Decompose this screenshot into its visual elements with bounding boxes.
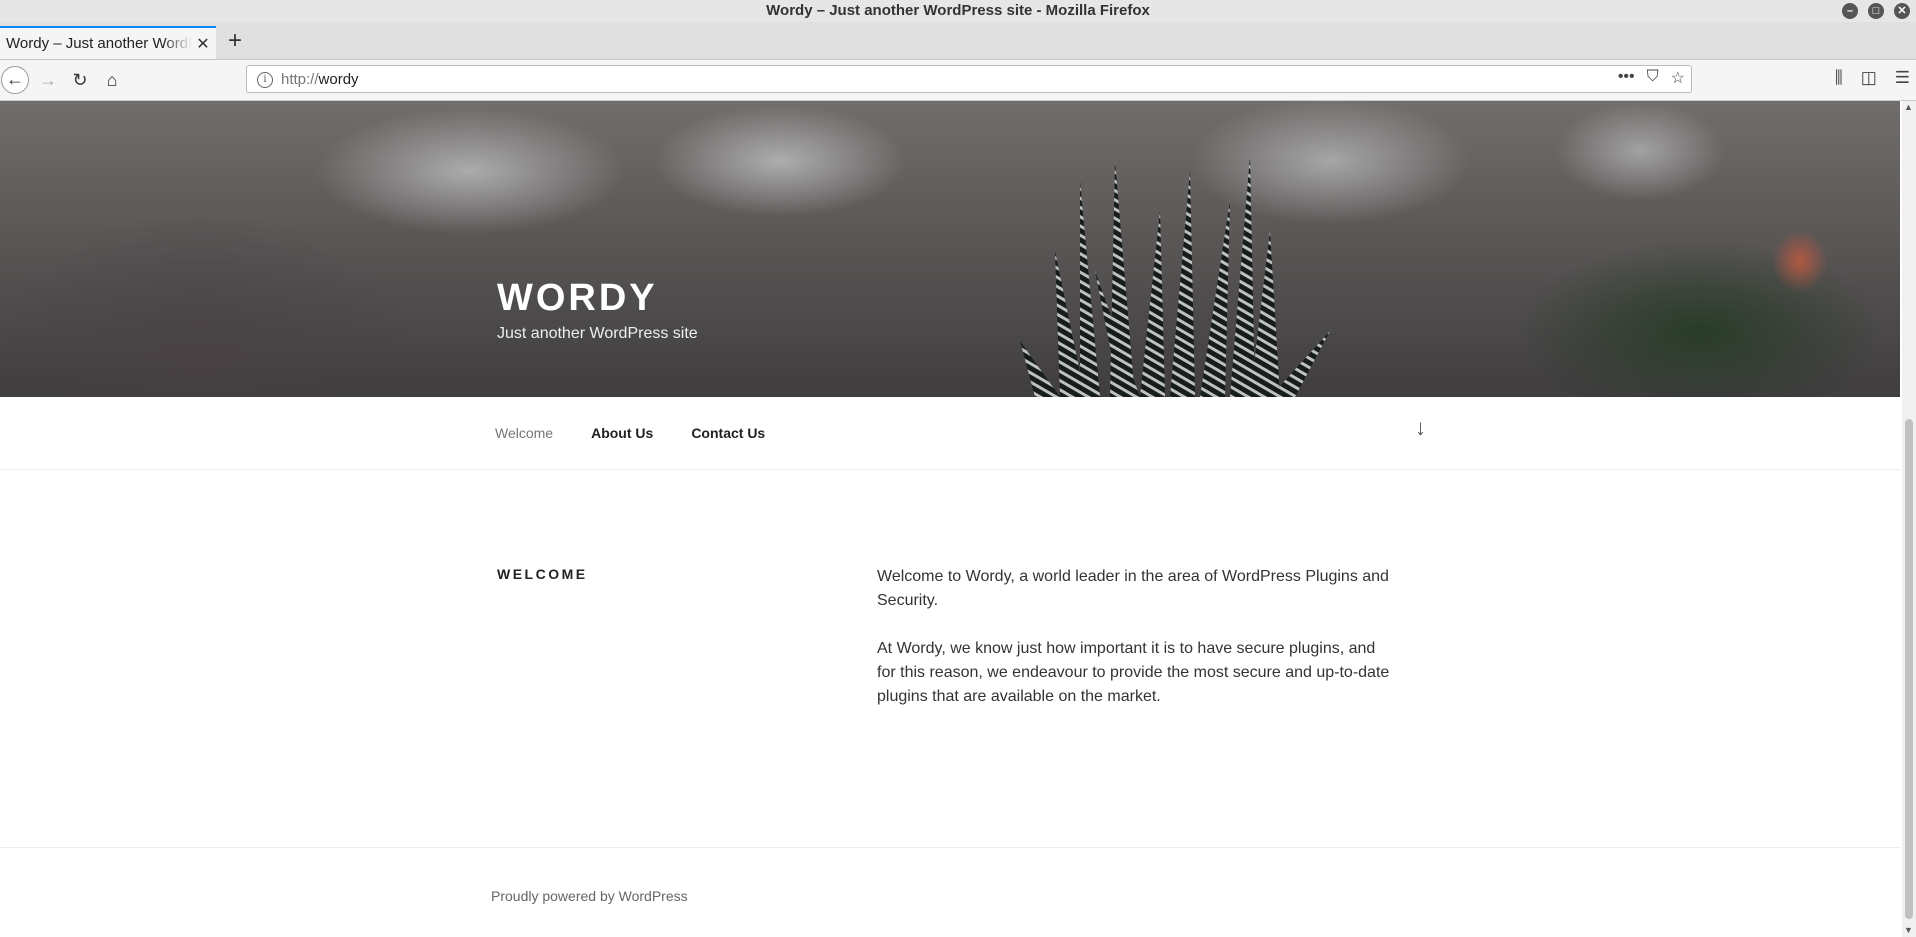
close-window-icon[interactable]: ✕ — [1894, 3, 1910, 19]
url-bar[interactable]: i http://wordy ••• ⛉ ☆ — [246, 65, 1692, 93]
library-icon[interactable]: ⫼ — [1835, 68, 1843, 88]
site-navigation: Welcome About Us Contact Us ↓ — [0, 397, 1900, 470]
scroll-down-icon[interactable]: ▼ — [1904, 925, 1913, 935]
content-paragraph: Welcome to Wordy, a world leader in the … — [877, 568, 1389, 609]
scroll-up-icon[interactable]: ▲ — [1904, 102, 1913, 112]
site-description: Just another WordPress site — [497, 325, 698, 342]
bookmark-star-icon[interactable]: ☆ — [1671, 68, 1685, 88]
url-host: wordy — [318, 71, 359, 88]
powered-by-link[interactable]: Proudly powered by WordPress — [491, 888, 688, 904]
reload-icon[interactable]: ↻ — [66, 66, 94, 94]
scroll-down-arrow-icon[interactable]: ↓ — [1415, 415, 1426, 441]
url-protocol: http:// — [281, 71, 319, 88]
site-title[interactable]: WORDY — [497, 277, 658, 320]
page-viewport: WORDY Just another WordPress site Welcom… — [0, 101, 1900, 937]
site-footer: Proudly powered by WordPress — [0, 847, 1900, 937]
tab-close-icon[interactable]: ✕ — [192, 34, 214, 54]
minimize-icon[interactable]: – — [1842, 3, 1858, 19]
navigation-bar: ← → ↻ ⌂ i http://wordy ••• ⛉ ☆ ⫼ ◫ ☰ — [0, 60, 1916, 101]
forward-icon[interactable]: → — [34, 66, 62, 94]
url-text[interactable]: http://wordy — [281, 71, 359, 88]
home-icon[interactable]: ⌂ — [98, 66, 126, 94]
menu-item-contact-us[interactable]: Contact Us — [691, 425, 765, 441]
window-title: Wordy – Just another WordPress site - Mo… — [766, 2, 1150, 19]
tab-strip: Wordy – Just another WordPress site ✕ + — [0, 22, 1916, 60]
menu-item-welcome[interactable]: Welcome — [495, 425, 553, 441]
menu-item-about-us[interactable]: About Us — [591, 425, 653, 441]
scrollbar-thumb[interactable] — [1905, 419, 1913, 919]
site-info-icon[interactable]: i — [257, 72, 273, 88]
tab-title: Wordy – Just another WordPress site — [6, 35, 192, 52]
pocket-icon[interactable]: ⛉ — [1647, 68, 1659, 88]
content-paragraph: At Wordy, we know just how important it … — [877, 640, 1390, 705]
page-content: Welcome to Wordy, a world leader in the … — [877, 565, 1397, 733]
page-actions-icon[interactable]: ••• — [1618, 68, 1635, 88]
sidebar-icon[interactable]: ◫ — [1861, 68, 1877, 88]
maximize-icon[interactable]: □ — [1868, 3, 1884, 19]
browser-tab[interactable]: Wordy – Just another WordPress site ✕ — [0, 26, 216, 59]
page-title: WELCOME — [497, 566, 588, 582]
header-image — [0, 101, 1900, 397]
window-titlebar: Wordy – Just another WordPress site - Mo… — [0, 0, 1916, 22]
menu-icon[interactable]: ☰ — [1895, 68, 1910, 88]
new-tab-icon[interactable]: + — [228, 26, 242, 56]
back-icon[interactable]: ← — [1, 66, 29, 94]
page-scrollbar[interactable]: ▲ ▼ — [1902, 101, 1916, 937]
